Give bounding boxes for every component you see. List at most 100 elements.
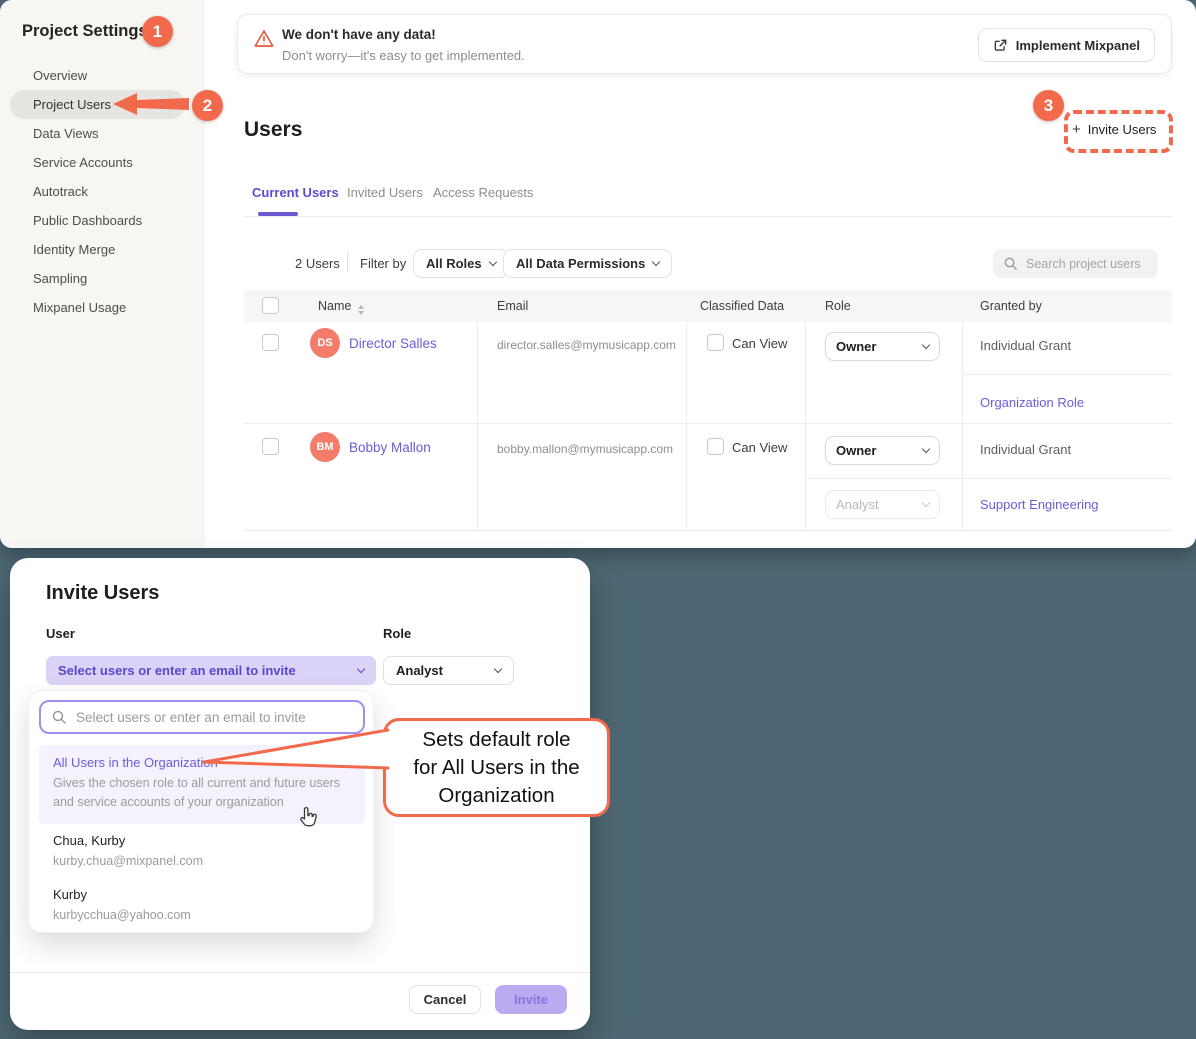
sub-role-select-disabled: Analyst [825, 490, 940, 519]
sidebar-item-autotrack[interactable]: Autotrack [10, 177, 185, 206]
permissions-filter-dropdown[interactable]: All Data Permissions [503, 249, 672, 278]
option-chua-kurby[interactable]: Chua, Kurby kurby.chua@mixpanel.com [39, 827, 365, 877]
tab-current-users[interactable]: Current Users [252, 185, 339, 200]
sort-icon [358, 305, 364, 315]
settings-sidebar: Project Settings Overview Project Users … [0, 0, 205, 548]
cancel-button[interactable]: Cancel [409, 985, 481, 1014]
column-header-role: Role [825, 299, 851, 313]
external-link-icon [993, 38, 1008, 53]
callout-bubble: Sets default role for All Users in the O… [383, 718, 610, 817]
invite-submit-button[interactable]: Invite [495, 985, 567, 1014]
roles-filter-label: All Roles [426, 256, 482, 271]
tab-access-requests[interactable]: Access Requests [433, 185, 533, 200]
user-name-link[interactable]: Bobby Mallon [349, 440, 431, 455]
callout-text: for All Users in the [413, 754, 579, 782]
chevron-down-icon [922, 445, 930, 453]
column-divider [686, 322, 687, 530]
role-select[interactable]: Owner [825, 436, 940, 465]
modal-title: Invite Users [46, 582, 159, 605]
granted-by-support-engineering-link[interactable]: Support Engineering [980, 497, 1099, 512]
can-view-checkbox[interactable] [707, 438, 724, 455]
sidebar-item-data-views[interactable]: Data Views [10, 119, 185, 148]
users-table: Name Email Classified Data Role Granted … [244, 290, 1172, 530]
annotation-step-1-badge: 1 [142, 16, 173, 47]
user-select-dropdown[interactable]: Select users or enter an email to invite [46, 656, 376, 685]
sidebar-title: Project Settings [22, 22, 148, 41]
annotation-step-2-badge: 2 [192, 90, 223, 121]
users-heading: Users [244, 118, 302, 142]
implement-mixpanel-button[interactable]: Implement Mixpanel [978, 28, 1155, 62]
granted-sub-divider [962, 374, 1172, 375]
role-select[interactable]: Owner [825, 332, 940, 361]
page: Project Settings Overview Project Users … [0, 0, 1196, 1039]
column-header-granted-by: Granted by [980, 299, 1042, 313]
column-header-classified: Classified Data [700, 299, 784, 313]
user-email: director.salles@mymusicapp.com [497, 338, 676, 352]
plus-icon: + [1072, 121, 1081, 138]
row-checkbox[interactable] [262, 334, 279, 351]
select-all-checkbox[interactable] [262, 297, 279, 314]
annotation-step-3-badge: 3 [1033, 90, 1064, 121]
callout-text: Sets default role [422, 726, 570, 754]
column-divider [477, 322, 478, 530]
search-project-users-box[interactable] [993, 249, 1158, 278]
row-checkbox[interactable] [262, 438, 279, 455]
role-sub-divider [805, 478, 1172, 479]
banner-subtitle: Don't worry—it's easy to get implemented… [282, 48, 525, 63]
chevron-down-icon [357, 665, 365, 673]
column-header-name: Name [318, 299, 364, 315]
callout-tail [196, 713, 394, 781]
sidebar-item-identity-merge[interactable]: Identity Merge [10, 235, 185, 264]
column-divider [805, 322, 806, 530]
project-settings-page: Project Settings Overview Project Users … [0, 0, 1196, 548]
role-field-label: Role [383, 626, 411, 641]
warning-icon [254, 29, 274, 48]
invite-users-label: Invite Users [1088, 122, 1157, 137]
chevron-down-icon [922, 499, 930, 507]
sidebar-item-public-dashboards[interactable]: Public Dashboards [10, 206, 185, 235]
row-divider [244, 423, 1172, 424]
filter-divider [347, 252, 348, 272]
sidebar-item-mixpanel-usage[interactable]: Mixpanel Usage [10, 293, 185, 322]
granted-by-individual: Individual Grant [980, 442, 1071, 457]
user-name-link[interactable]: Director Salles [349, 336, 437, 351]
banner-title: We don't have any data! [282, 27, 436, 42]
column-divider [962, 322, 963, 530]
user-count: 2 Users [295, 256, 340, 271]
chevron-down-icon [494, 665, 502, 673]
granted-by-individual: Individual Grant [980, 338, 1071, 353]
sidebar-item-overview[interactable]: Overview [10, 61, 185, 90]
filter-by-label: Filter by [360, 256, 406, 271]
option-kurby[interactable]: Kurby kurbycchua@yahoo.com [39, 881, 365, 931]
callout-text: Organization [438, 782, 554, 810]
sidebar-item-sampling[interactable]: Sampling [10, 264, 185, 293]
hand-cursor-icon [299, 806, 319, 828]
modal-footer-divider [10, 972, 590, 973]
can-view-label: Can View [732, 336, 787, 351]
search-icon [1003, 256, 1018, 271]
permissions-filter-label: All Data Permissions [516, 256, 645, 271]
role-select-dropdown[interactable]: Analyst [383, 656, 514, 685]
user-field-label: User [46, 626, 75, 641]
search-project-users-input[interactable] [1026, 257, 1146, 271]
table-bottom-border [244, 530, 1172, 531]
user-email: bobby.mallon@mymusicapp.com [497, 442, 673, 456]
chevron-down-icon [922, 341, 930, 349]
avatar: BM [310, 432, 340, 462]
avatar: DS [310, 328, 340, 358]
granted-by-org-role-link[interactable]: Organization Role [980, 395, 1084, 410]
can-view-label: Can View [732, 440, 787, 455]
chevron-down-icon [652, 258, 660, 266]
sidebar-item-service-accounts[interactable]: Service Accounts [10, 148, 185, 177]
tab-invited-users[interactable]: Invited Users [347, 185, 423, 200]
invite-users-button[interactable]: + Invite Users [1072, 121, 1156, 138]
chevron-down-icon [488, 258, 496, 266]
implement-mixpanel-label: Implement Mixpanel [1016, 38, 1140, 53]
can-view-checkbox[interactable] [707, 334, 724, 351]
search-icon [51, 709, 67, 725]
roles-filter-dropdown[interactable]: All Roles [413, 249, 509, 278]
tabs-divider [244, 216, 1172, 217]
no-data-banner: We don't have any data! Don't worry—it's… [237, 14, 1172, 74]
annotation-arrow-icon [113, 93, 189, 115]
column-header-email: Email [497, 299, 528, 313]
